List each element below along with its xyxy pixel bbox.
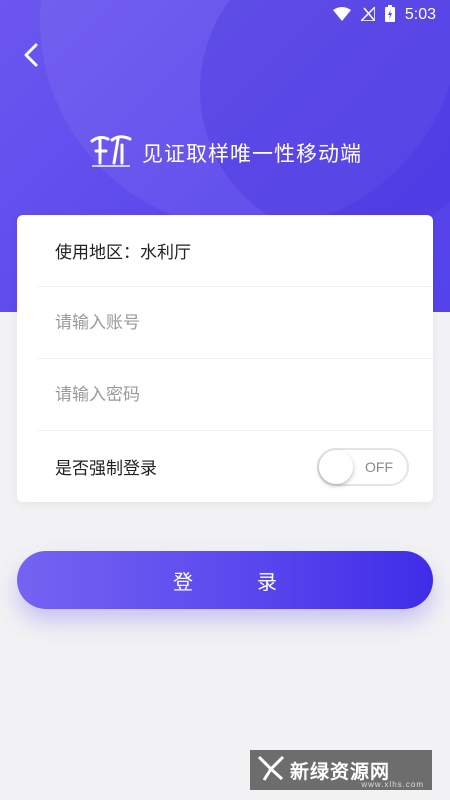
- toggle-knob: [319, 449, 353, 484]
- login-form-card: 使用地区：水利厅 是否强制登录 OFF: [17, 215, 433, 502]
- status-time: 5:03: [404, 6, 436, 23]
- chevron-left-icon: [23, 43, 39, 71]
- account-input[interactable]: [37, 287, 413, 358]
- force-login-toggle[interactable]: OFF: [317, 447, 409, 486]
- watermark: 新绿资源网 www.xlhs.com: [250, 750, 432, 790]
- app-title: 见证取样唯一性移动端: [142, 142, 362, 166]
- app-logo-icon: [88, 131, 134, 175]
- battery-icon: [384, 4, 395, 26]
- password-row: [37, 359, 413, 430]
- force-login-label: 是否强制登录: [55, 459, 157, 479]
- login-button[interactable]: 登录: [17, 551, 433, 609]
- region-label: 使用地区：水利厅: [55, 243, 191, 263]
- password-input[interactable]: [37, 359, 413, 430]
- watermark-url: www.xlhs.com: [361, 780, 424, 789]
- force-login-row: 是否强制登录 OFF: [37, 431, 413, 502]
- wifi-icon: [332, 6, 351, 25]
- signal-icon: [359, 4, 376, 25]
- toggle-state-label: OFF: [365, 458, 393, 475]
- watermark-logo-icon: [256, 753, 286, 787]
- app-brand: 见证取样唯一性移动端: [0, 128, 450, 178]
- account-row: [37, 287, 413, 358]
- status-bar: 5:03: [0, 0, 450, 30]
- region-row: 使用地区：水利厅: [37, 215, 413, 286]
- back-button[interactable]: [14, 40, 48, 74]
